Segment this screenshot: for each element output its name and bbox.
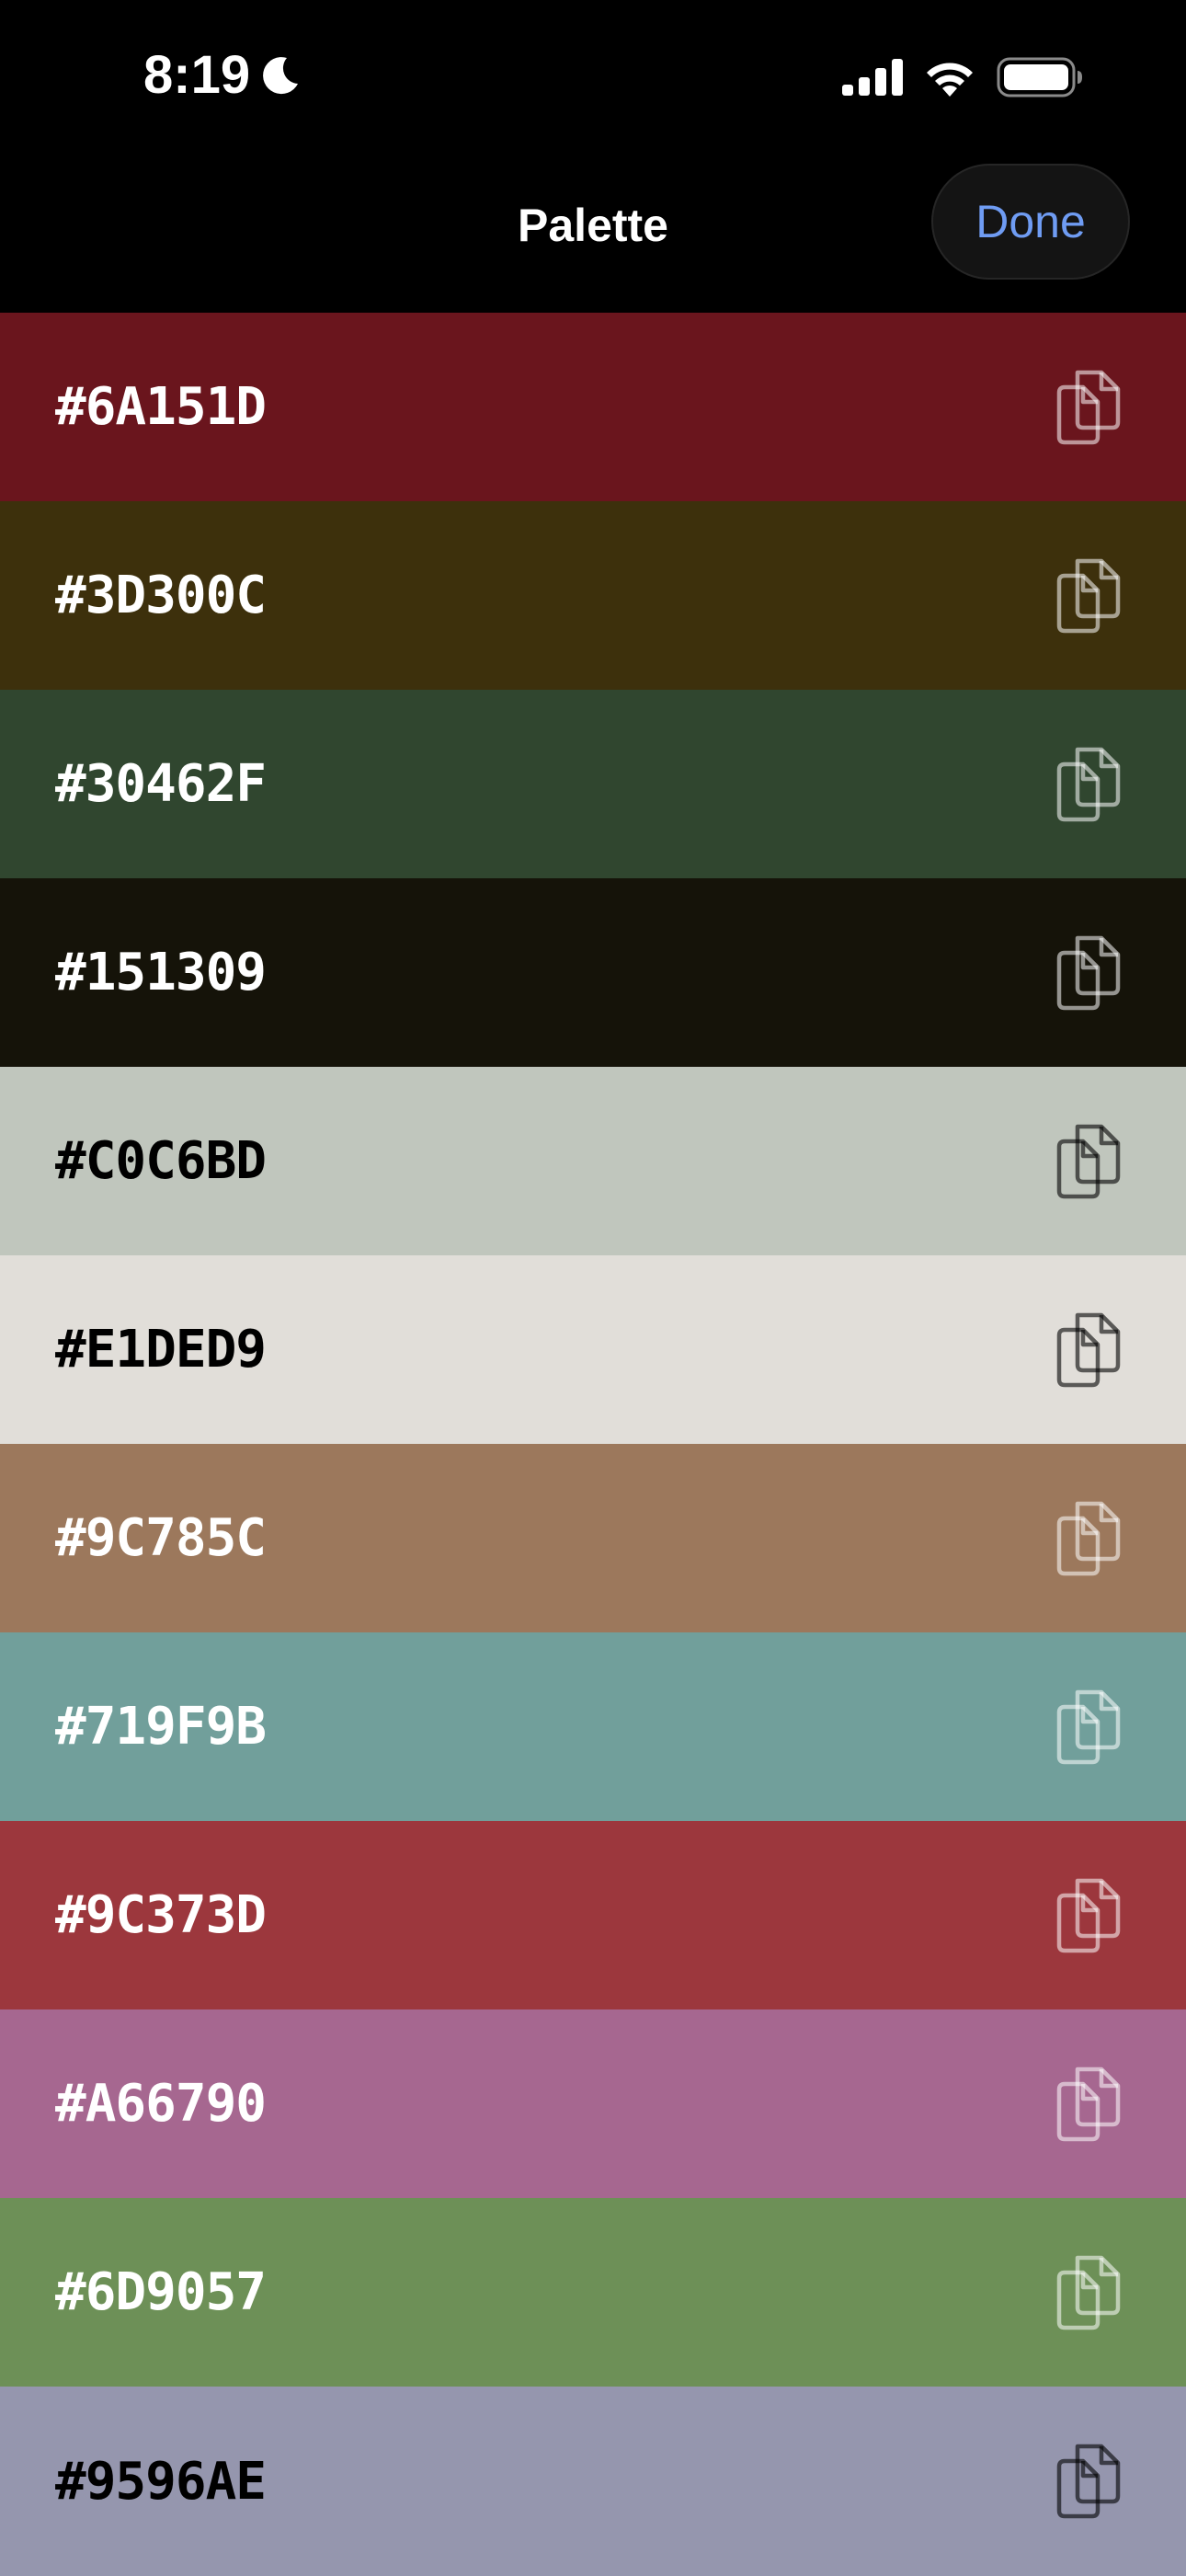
- copy-button[interactable]: [1052, 1309, 1125, 1391]
- swatch-row[interactable]: #A66790: [0, 2009, 1186, 2198]
- copy-icon: [1056, 747, 1121, 821]
- moon-icon: [263, 56, 299, 94]
- swatch-row[interactable]: #719F9B: [0, 1632, 1186, 1821]
- swatch-hex-label: #6D9057: [55, 2262, 267, 2322]
- copy-button[interactable]: [1052, 2440, 1125, 2523]
- copy-icon: [1056, 1124, 1121, 1198]
- copy-icon: [1056, 558, 1121, 633]
- copy-icon: [1056, 2255, 1121, 2330]
- copy-icon: [1056, 2067, 1121, 2141]
- battery-icon: [997, 57, 1082, 97]
- swatch-hex-label: #C0C6BD: [55, 1131, 267, 1191]
- swatch-row[interactable]: #9596AE: [0, 2387, 1186, 2576]
- copy-button[interactable]: [1052, 1497, 1125, 1580]
- swatch-row[interactable]: #9C373D: [0, 1821, 1186, 2009]
- swatch-hex-label: #A66790: [55, 2074, 267, 2134]
- copy-button[interactable]: [1052, 555, 1125, 637]
- copy-icon: [1056, 1878, 1121, 1952]
- copy-icon: [1056, 935, 1121, 1010]
- navigation-bar: Palette Done: [0, 156, 1186, 313]
- copy-button[interactable]: [1052, 366, 1125, 449]
- done-button[interactable]: Done: [931, 164, 1130, 280]
- swatch-hex-label: #719F9B: [55, 1697, 267, 1757]
- copy-button[interactable]: [1052, 1874, 1125, 1957]
- copy-button[interactable]: [1052, 2251, 1125, 2334]
- swatch-hex-label: #6A151D: [55, 377, 267, 437]
- copy-button[interactable]: [1052, 932, 1125, 1014]
- copy-icon: [1056, 1501, 1121, 1575]
- copy-button[interactable]: [1052, 2063, 1125, 2146]
- swatch-row[interactable]: #E1DED9: [0, 1255, 1186, 1444]
- swatch-hex-label: #9C373D: [55, 1885, 267, 1945]
- swatch-hex-label: #9596AE: [55, 2451, 267, 2512]
- status-bar: 8:19: [0, 0, 1186, 156]
- swatch-row[interactable]: #30462F: [0, 690, 1186, 878]
- copy-icon: [1056, 2444, 1121, 2519]
- swatch-row[interactable]: #C0C6BD: [0, 1067, 1186, 1255]
- palette-list: #6A151D #3D300C #30462F #151309 #C0C6BD …: [0, 313, 1186, 2576]
- copy-icon: [1056, 370, 1121, 444]
- swatch-row[interactable]: #151309: [0, 878, 1186, 1067]
- swatch-row[interactable]: #6A151D: [0, 313, 1186, 501]
- swatch-row[interactable]: #6D9057: [0, 2198, 1186, 2387]
- clock-label: 8:19: [143, 45, 251, 105]
- cellular-signal-icon: [842, 59, 903, 96]
- swatch-row[interactable]: #3D300C: [0, 501, 1186, 690]
- copy-button[interactable]: [1052, 1686, 1125, 1769]
- swatch-hex-label: #E1DED9: [55, 1320, 267, 1380]
- copy-button[interactable]: [1052, 1120, 1125, 1203]
- swatch-hex-label: #9C785C: [55, 1508, 267, 1568]
- status-time: 8:19: [143, 44, 302, 106]
- copy-icon: [1056, 1689, 1121, 1764]
- copy-icon: [1056, 1312, 1121, 1387]
- swatch-hex-label: #3D300C: [55, 566, 267, 625]
- swatch-hex-label: #30462F: [55, 754, 267, 814]
- wifi-icon: [927, 63, 973, 97]
- swatch-hex-label: #151309: [55, 943, 267, 1002]
- copy-button[interactable]: [1052, 743, 1125, 826]
- status-indicators: [842, 57, 1083, 97]
- swatch-row[interactable]: #9C785C: [0, 1444, 1186, 1632]
